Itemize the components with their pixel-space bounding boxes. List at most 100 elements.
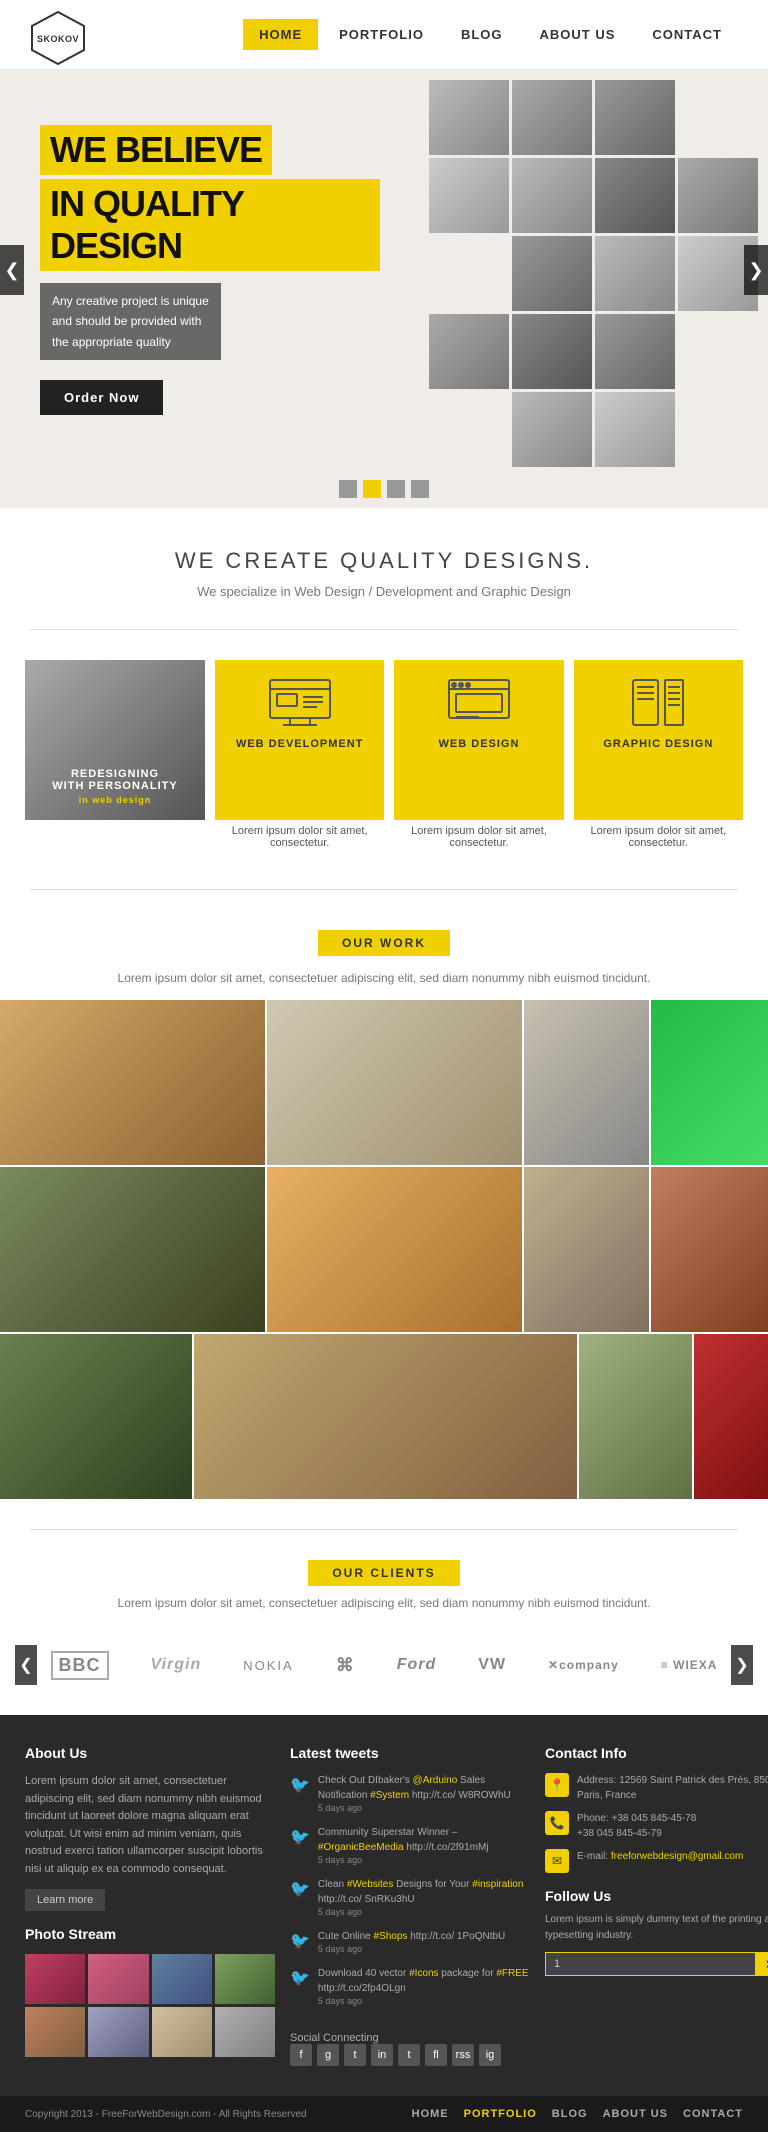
email-icon: ✉ xyxy=(545,1849,569,1873)
facebook-icon[interactable]: f xyxy=(290,2044,312,2066)
hero-dot-3[interactable] xyxy=(387,480,405,498)
service-image-text: REDESIGNINGWITH PERSONALITY in web desig… xyxy=(52,768,177,805)
header: SKOKOV HOME PORTFOLIO BLOG ABOUT US CONT… xyxy=(0,0,768,70)
footer-nav-contact[interactable]: CONTACT xyxy=(683,2108,743,2120)
hero-dot-4[interactable] xyxy=(411,480,429,498)
hero-cta-button[interactable]: Order Now xyxy=(40,380,163,415)
footer-nav-about[interactable]: ABOUT US xyxy=(603,2108,668,2120)
hero-photo xyxy=(595,236,675,311)
hero-next-arrow[interactable]: ❯ xyxy=(744,245,768,295)
portfolio-item-2[interactable] xyxy=(267,1000,522,1165)
client-logo-apple: ⌘ xyxy=(336,1655,355,1676)
portfolio-item-5[interactable] xyxy=(0,1167,265,1332)
twitter-social-icon[interactable]: t xyxy=(344,2044,366,2066)
portfolio-item-1[interactable] xyxy=(0,1000,265,1165)
photo-stream-item[interactable] xyxy=(215,1954,275,2004)
photo-stream-item[interactable] xyxy=(215,2007,275,2057)
rss-icon[interactable]: rss xyxy=(452,2044,474,2066)
nav-home[interactable]: HOME xyxy=(243,19,318,50)
clients-prev-arrow[interactable]: ❮ xyxy=(15,1645,37,1685)
linkedin-icon[interactable]: in xyxy=(371,2044,393,2066)
flickr-icon[interactable]: fl xyxy=(425,2044,447,2066)
hero-photo xyxy=(678,158,758,233)
photo-stream-item[interactable] xyxy=(25,2007,85,2057)
portfolio-item-6[interactable] xyxy=(267,1167,522,1332)
web-design-icon xyxy=(444,675,514,730)
hero-photo xyxy=(429,314,509,389)
learn-more-button[interactable]: Learn more xyxy=(25,1889,105,1911)
portfolio-item-12[interactable] xyxy=(694,1334,768,1499)
clients-bar: ❮ BBC Virgin NOKIA ⌘ Ford VW ✕company ≡ … xyxy=(0,1625,768,1705)
photo-stream-item[interactable] xyxy=(25,1954,85,2004)
portfolio-item-9[interactable] xyxy=(0,1334,192,1499)
hero-photo xyxy=(595,158,675,233)
service-card-graphic: GRAPHIC DESIGN Lorem ipsum dolor sit ame… xyxy=(574,660,743,849)
our-work-label: OUR WORK xyxy=(318,930,450,956)
photo-stream-item[interactable] xyxy=(152,1954,212,2004)
instagram-icon[interactable]: ig xyxy=(479,2044,501,2066)
nav-contact[interactable]: CONTACT xyxy=(636,19,738,50)
service-title-web-dev: WEB DEVELOPMENT xyxy=(236,738,363,750)
twitter-icon-5: 🐦 xyxy=(290,1968,310,2006)
social-icon-g[interactable]: g xyxy=(317,2044,339,2066)
subscribe-input[interactable] xyxy=(545,1952,755,1976)
photo-stream-item[interactable] xyxy=(88,2007,148,2057)
nav-portfolio[interactable]: PORTFOLIO xyxy=(323,19,440,50)
social-connecting: Social Connecting f g t in t fl rss ig xyxy=(290,2018,530,2066)
twitter-icon-3: 🐦 xyxy=(290,1879,310,1917)
hero-dot-2[interactable] xyxy=(363,480,381,498)
contact-email-text: E-mail: freeforwebdesign@gmail.com xyxy=(577,1849,743,1864)
hero-photo-empty xyxy=(678,80,758,155)
web-dev-icon xyxy=(265,675,335,730)
nav-blog[interactable]: BLOG xyxy=(445,19,519,50)
social-connecting-label: Social Connecting xyxy=(290,2032,379,2044)
services-section: REDESIGNINGWITH PERSONALITY in web desig… xyxy=(0,640,768,879)
hero-photo xyxy=(429,80,509,155)
nav-about[interactable]: ABOUT US xyxy=(524,19,632,50)
subscribe-button[interactable]: ➤ xyxy=(755,1952,768,1976)
tweet-time-1: 5 days ago xyxy=(318,1803,530,1813)
portfolio-item-4[interactable] xyxy=(651,1000,768,1165)
hero-prev-arrow[interactable]: ❮ xyxy=(0,245,24,295)
photo-stream-item[interactable] xyxy=(152,2007,212,2057)
portfolio-item-8[interactable] xyxy=(651,1167,768,1332)
footer: About Us Lorem ipsum dolor sit amet, con… xyxy=(0,1715,768,2096)
contact-address-row: 📍 Address: 12569 Saint Patrick des Prés,… xyxy=(545,1773,768,1803)
portfolio-item-10[interactable] xyxy=(194,1334,577,1499)
photo-stream-item[interactable] xyxy=(88,1954,148,2004)
tumblr-icon[interactable]: t xyxy=(398,2044,420,2066)
photo-stream-title: Photo Stream xyxy=(25,1926,275,1942)
follow-us-text: Lorem ipsum is simply dummy text of the … xyxy=(545,1912,768,1944)
twitter-icon-4: 🐦 xyxy=(290,1931,310,1954)
hero-photo xyxy=(512,80,592,155)
clients-next-arrow[interactable]: ❯ xyxy=(731,1645,753,1685)
tweet-text-1: Check Out DIbaker's @Arduino Sales Notif… xyxy=(318,1773,530,1803)
portfolio-item-7[interactable] xyxy=(524,1167,649,1332)
tweet-text-4: Cute Online #Shops http://t.co/ 1PoQNtbU xyxy=(318,1929,505,1944)
hero-photo xyxy=(512,158,592,233)
graphic-design-icon xyxy=(623,675,693,730)
hero-photo xyxy=(595,314,675,389)
footer-bottom-nav: HOME PORTFOLIO BLOG ABOUT US CONTACT xyxy=(412,2108,743,2120)
tweet-3: 🐦 Clean #Websites Designs for Your #insp… xyxy=(290,1877,530,1917)
service-desc-graphic: Lorem ipsum dolor sit amet, consectetur. xyxy=(574,820,743,849)
hero-photo xyxy=(512,236,592,311)
subscribe-bar: ➤ xyxy=(545,1952,768,1976)
logo[interactable]: SKOKOV xyxy=(30,10,86,60)
svg-text:SKOKOV: SKOKOV xyxy=(37,34,79,44)
footer-nav-blog[interactable]: BLOG xyxy=(552,2108,588,2120)
hero-dot-1[interactable] xyxy=(339,480,357,498)
our-clients-label: OUR CLIENTS xyxy=(308,1560,459,1586)
our-clients-desc: Lorem ipsum dolor sit amet, consectetuer… xyxy=(0,1586,768,1625)
hero-photo-grid xyxy=(420,70,768,470)
hero-photo-empty xyxy=(429,392,509,467)
portfolio-item-11[interactable] xyxy=(579,1334,692,1499)
hero-dots xyxy=(0,470,768,508)
footer-nav-portfolio[interactable]: PORTFOLIO xyxy=(464,2108,537,2120)
service-title-web-design: WEB DESIGN xyxy=(439,738,520,750)
footer-about-col: About Us Lorem ipsum dolor sit amet, con… xyxy=(25,1745,275,2066)
portfolio-item-3[interactable] xyxy=(524,1000,649,1165)
service-title-graphic: GRAPHIC DESIGN xyxy=(603,738,713,750)
email-link[interactable]: freeforwebdesign@gmail.com xyxy=(611,1851,743,1862)
footer-nav-home[interactable]: HOME xyxy=(412,2108,449,2120)
